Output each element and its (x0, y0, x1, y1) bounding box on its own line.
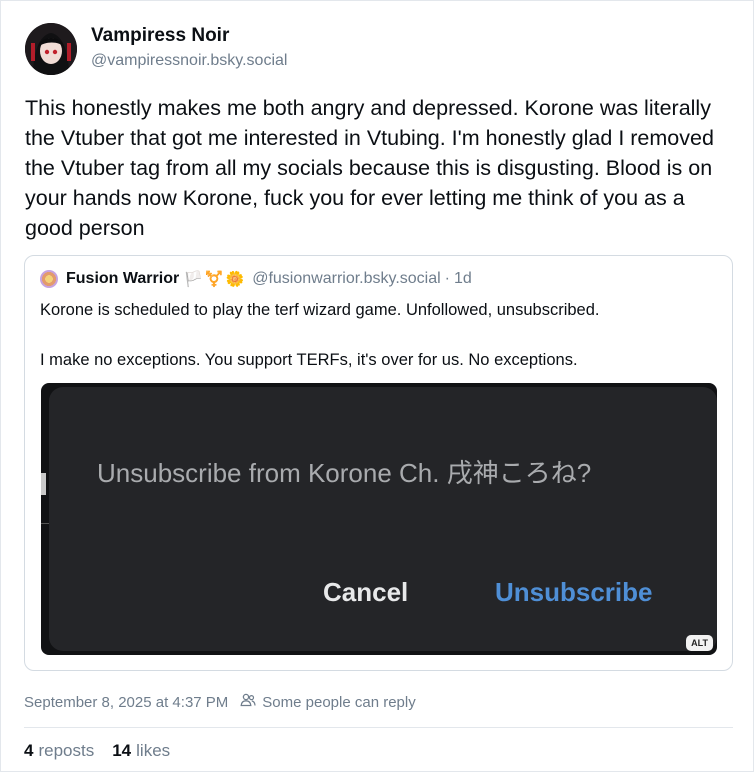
post-meta: September 8, 2025 at 4:37 PM Some people… (24, 693, 416, 711)
image-edge-fragment (41, 473, 46, 495)
quoted-post-header: Fusion Warrior 🏳️⚧️🌼 @fusionwarrior.bsky… (40, 270, 472, 288)
reposts-label: reposts (38, 741, 95, 760)
quoted-paragraph-2: I make no exceptions. You support TERFs,… (40, 351, 578, 369)
quoted-post[interactable]: Fusion Warrior 🏳️⚧️🌼 @fusionwarrior.bsky… (24, 255, 733, 671)
post-card: Vampiress Noir @vampiressnoir.bsky.socia… (0, 0, 754, 772)
post-timestamp[interactable]: September 8, 2025 at 4:37 PM (24, 694, 228, 711)
quoted-post-text: Korone is scheduled to play the terf wiz… (40, 298, 730, 373)
quoted-author-emoji: 🏳️⚧️🌼 (184, 271, 247, 288)
quoted-image[interactable]: Unsubscribe from Korone Ch. 戌神ころね? Cance… (41, 383, 717, 655)
post-text: This honestly makes me both angry and de… (25, 96, 714, 240)
dialog-unsubscribe-label: Unsubscribe (495, 577, 653, 607)
author-handle[interactable]: @vampiressnoir.bsky.social (91, 52, 287, 70)
dialog-question: Unsubscribe from Korone Ch. 戌神ころね? (97, 458, 592, 488)
author-name[interactable]: Vampiress Noir (91, 25, 229, 47)
divider (24, 727, 733, 728)
likes-count: 14 (112, 741, 132, 760)
alt-text-badge[interactable]: ALT (686, 635, 713, 651)
quoted-author-name[interactable]: Fusion Warrior (66, 270, 179, 288)
author-avatar[interactable] (25, 23, 77, 75)
image-edge-line (41, 523, 49, 524)
reposts-stat[interactable]: 4 reposts (24, 741, 94, 761)
unsubscribe-dialog-screenshot: Unsubscribe from Korone Ch. 戌神ころね? Cance… (49, 387, 717, 651)
reposts-count: 4 (24, 741, 34, 760)
likes-label: likes (136, 741, 171, 760)
separator-dot: · (444, 270, 450, 287)
post-stats: 4 reposts 14 likes (24, 741, 170, 761)
reply-setting[interactable]: Some people can reply (262, 694, 415, 711)
quoted-author-handle[interactable]: @fusionwarrior.bsky.social (252, 270, 440, 288)
people-icon (240, 693, 256, 711)
quoted-post-time[interactable]: 1d (454, 270, 472, 288)
dialog-cancel-label: Cancel (323, 577, 409, 607)
quoted-paragraph-1: Korone is scheduled to play the terf wiz… (40, 301, 600, 319)
likes-stat[interactable]: 14 likes (112, 741, 170, 761)
quoted-author-avatar[interactable] (40, 270, 58, 288)
